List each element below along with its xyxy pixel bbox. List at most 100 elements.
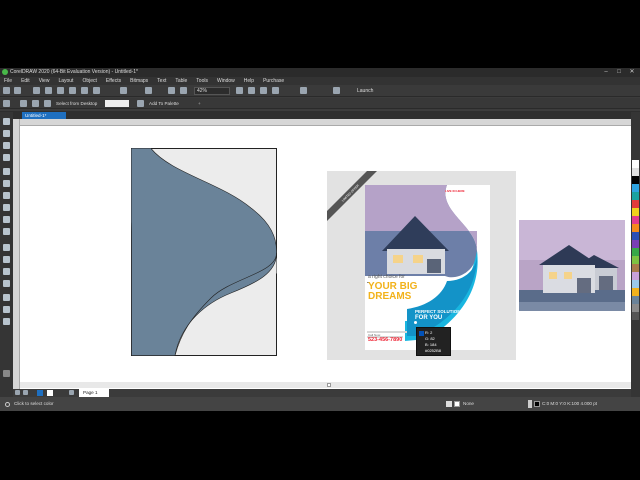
snap-to-icon[interactable] <box>300 87 307 94</box>
swatch-dark-gray[interactable] <box>632 312 639 320</box>
full-screen-icon[interactable] <box>236 87 243 94</box>
tooltip-color-swatch <box>419 331 424 336</box>
swatch-mid-gray[interactable] <box>632 304 639 312</box>
ellipse-tool-icon[interactable] <box>3 204 10 211</box>
menu-tools[interactable]: Tools <box>196 77 208 85</box>
smart-fill-icon[interactable] <box>3 318 10 325</box>
menu-edit[interactable]: Edit <box>21 77 30 85</box>
apply-color-icon[interactable] <box>32 100 39 107</box>
artistic-media-icon[interactable] <box>3 180 10 187</box>
page-navigator: Page 1 <box>13 389 631 397</box>
interactive-fill-icon[interactable] <box>3 306 10 313</box>
standard-toolbar: 42% Launch <box>0 85 640 97</box>
swatch-green[interactable] <box>632 248 639 256</box>
zoom-tool-icon[interactable] <box>3 154 10 161</box>
freehand-tool-icon[interactable] <box>3 168 10 175</box>
swatch-purple[interactable] <box>632 240 639 248</box>
scroll-thumb[interactable] <box>327 383 331 387</box>
menu-effects[interactable]: Effects <box>106 77 121 85</box>
menu-bitmaps[interactable]: Bitmaps <box>130 77 148 85</box>
prev-page-icon[interactable] <box>23 390 28 395</box>
new-document-icon[interactable] <box>3 87 10 94</box>
minimize-button[interactable]: – <box>600 68 612 77</box>
swatch-lavender[interactable] <box>632 272 639 280</box>
shape-tool-icon[interactable] <box>3 130 10 137</box>
menu-table[interactable]: Table <box>175 77 187 85</box>
menu-purchase[interactable]: Purchase <box>263 77 284 85</box>
export-icon[interactable] <box>180 87 187 94</box>
undo-icon[interactable] <box>120 87 127 94</box>
drop-shadow-icon[interactable] <box>3 268 10 275</box>
add-to-palette-button[interactable]: Add To Palette <box>149 98 179 109</box>
zoom-level-dropdown[interactable]: 42% <box>194 87 230 95</box>
menu-object[interactable]: Object <box>82 77 96 85</box>
swatch-gray[interactable] <box>632 168 639 176</box>
options-gear-icon[interactable] <box>333 87 340 94</box>
first-page-icon[interactable] <box>15 390 20 395</box>
import-icon[interactable] <box>168 87 175 94</box>
swatch-dark-blue[interactable] <box>632 232 639 240</box>
crop-tool-icon[interactable] <box>3 142 10 149</box>
horizontal-ruler[interactable] <box>13 119 631 126</box>
swatch-magenta[interactable] <box>632 216 639 224</box>
swatch-white[interactable] <box>632 160 639 168</box>
eyedropper-icon[interactable] <box>3 100 10 107</box>
swatch-gold[interactable] <box>632 288 639 296</box>
palette-icon[interactable] <box>137 100 144 107</box>
add-page-icon[interactable] <box>69 390 74 395</box>
vertical-ruler[interactable] <box>13 119 20 390</box>
menu-file[interactable]: File <box>4 77 12 85</box>
swatch-slate[interactable] <box>632 296 639 304</box>
menu-window[interactable]: Window <box>217 77 235 85</box>
swatch-lime[interactable] <box>632 256 639 264</box>
parallel-dimension-icon[interactable] <box>3 244 10 251</box>
page-tab[interactable]: Page 1 <box>79 389 109 397</box>
show-grid-icon[interactable] <box>260 87 267 94</box>
select-from-desktop-button[interactable]: Select from Desktop <box>56 98 97 109</box>
house-photo[interactable] <box>519 220 625 311</box>
polygon-tool-icon[interactable] <box>3 216 10 223</box>
menu-layout[interactable]: Layout <box>58 77 73 85</box>
guidelines-icon[interactable] <box>272 87 279 94</box>
add-tool-icon[interactable] <box>3 370 10 377</box>
swatch-black[interactable] <box>632 176 639 184</box>
transparency-tool-icon[interactable] <box>3 280 10 287</box>
menu-view[interactable]: View <box>39 77 50 85</box>
paste-icon[interactable] <box>93 87 100 94</box>
document-tab[interactable]: Untitled-1* <box>22 112 66 119</box>
menu-help[interactable]: Help <box>244 77 254 85</box>
copy-icon[interactable] <box>81 87 88 94</box>
swatch-orange[interactable] <box>632 224 639 232</box>
flyer-background[interactable]: LIMITED OFFER LIVE IN HERE a right choic… <box>327 171 516 360</box>
print-icon[interactable] <box>57 87 64 94</box>
swatch-blue[interactable] <box>632 184 639 192</box>
horizontal-scrollbar[interactable] <box>20 382 631 388</box>
connector-tool-icon[interactable] <box>3 256 10 263</box>
rectangle-tool-icon[interactable] <box>3 192 10 199</box>
swatch-brown[interactable] <box>632 264 639 272</box>
redo-icon[interactable] <box>145 87 152 94</box>
drawing-canvas[interactable]: LIMITED OFFER LIVE IN HERE a right choic… <box>20 126 631 390</box>
window-title: CorelDRAW 2020 (64-Bit Evaluation Versio… <box>10 69 138 75</box>
cloud-icon[interactable] <box>45 87 52 94</box>
select-color-icon[interactable] <box>20 100 27 107</box>
text-tool-icon[interactable] <box>3 228 10 235</box>
launch-button[interactable]: Launch <box>350 87 380 95</box>
swatch-teal[interactable] <box>632 192 639 200</box>
cut-icon[interactable] <box>69 87 76 94</box>
eyedropper-tool-icon[interactable] <box>3 294 10 301</box>
close-button[interactable]: ✕ <box>626 68 638 77</box>
swatch-light-blue[interactable] <box>632 280 639 288</box>
save-icon[interactable] <box>33 87 40 94</box>
sample-icon[interactable] <box>44 100 51 107</box>
swatch-yellow[interactable] <box>632 208 639 216</box>
open-icon[interactable] <box>14 87 21 94</box>
pick-tool-icon[interactable] <box>3 118 10 125</box>
tooltip-hex: #0252B8 <box>425 348 442 353</box>
fill-label: None <box>463 401 474 406</box>
plus-icon[interactable]: + <box>198 98 201 109</box>
menu-text[interactable]: Text <box>157 77 166 85</box>
maximize-button[interactable]: □ <box>613 68 625 77</box>
show-rulers-icon[interactable] <box>248 87 255 94</box>
swatch-red[interactable] <box>632 200 639 208</box>
